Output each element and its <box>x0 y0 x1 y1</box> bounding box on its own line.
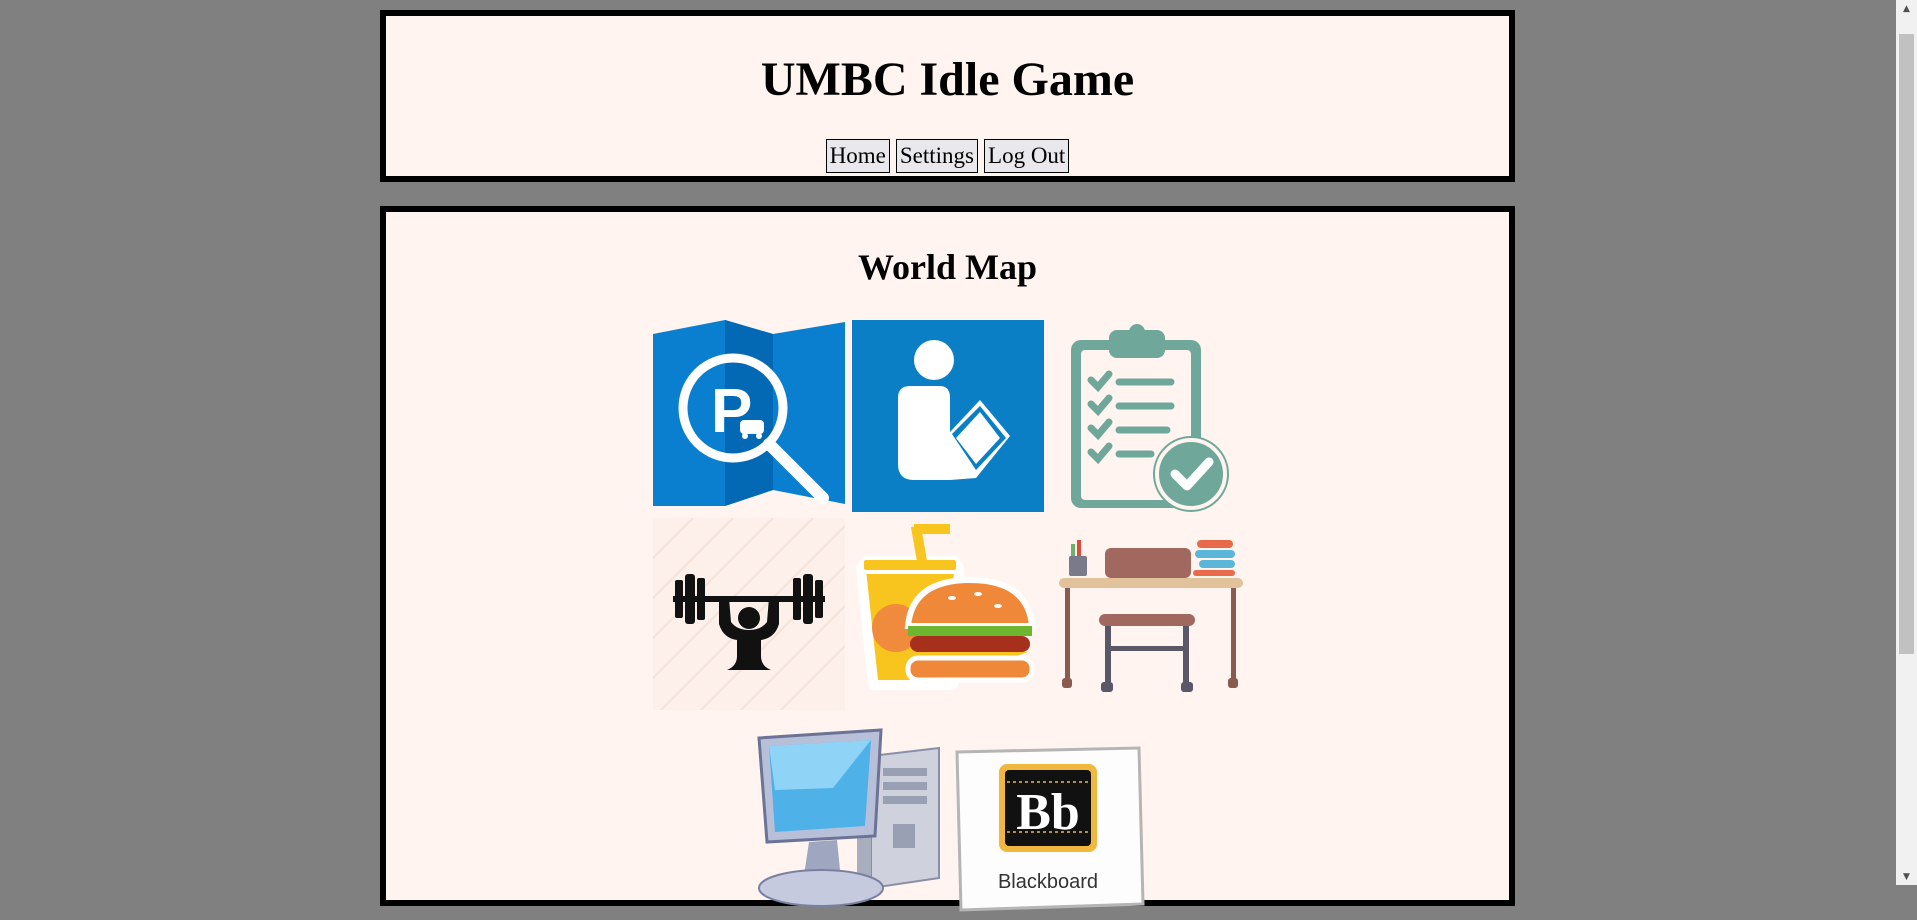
gym-location[interactable] <box>653 518 845 710</box>
parking-location[interactable]: P <box>653 320 845 512</box>
computer-lab-location[interactable] <box>753 728 945 920</box>
world-map-panel: World Map P Bb Blackboard <box>380 206 1515 912</box>
scroll-thumb[interactable] <box>1899 34 1914 654</box>
scroll-down-arrow-icon[interactable]: ▼ <box>1896 868 1917 885</box>
blackboard-logo-icon: Bb Blackboard <box>955 746 1145 912</box>
scroll-up-arrow-icon[interactable]: ▲ <box>1896 0 1917 17</box>
nav-bar: Home Settings Log Out <box>386 139 1509 173</box>
library-location[interactable] <box>852 320 1044 512</box>
parking-map-icon: P <box>653 320 845 506</box>
blackboard-location[interactable]: Bb Blackboard <box>953 728 1145 920</box>
desk-chair-icon <box>1059 540 1243 692</box>
page-title: UMBC Idle Game <box>760 53 1135 106</box>
page-scrollbar[interactable]: ▲ ▼ <box>1896 0 1917 885</box>
tasks-location[interactable] <box>1051 320 1243 512</box>
settings-button[interactable]: Settings <box>895 139 979 173</box>
desktop-computer-icon <box>757 728 940 907</box>
fast-food-burger-icon <box>856 524 1036 690</box>
weightlifter-gym-icon <box>653 518 845 710</box>
world-map-title: World Map <box>857 247 1037 287</box>
dining-location[interactable] <box>852 518 1044 710</box>
blackboard-logo-mark: Bb <box>1016 784 1080 841</box>
home-button[interactable]: Home <box>825 139 890 173</box>
log-out-button[interactable]: Log Out <box>984 139 1070 173</box>
blackboard-caption: Blackboard <box>998 871 1098 893</box>
clipboard-checklist-icon <box>1071 324 1229 512</box>
header-panel: UMBC Idle Game Home Settings Log Out <box>380 10 1515 182</box>
classroom-location[interactable] <box>1051 518 1243 710</box>
library-reader-icon <box>852 320 1044 512</box>
